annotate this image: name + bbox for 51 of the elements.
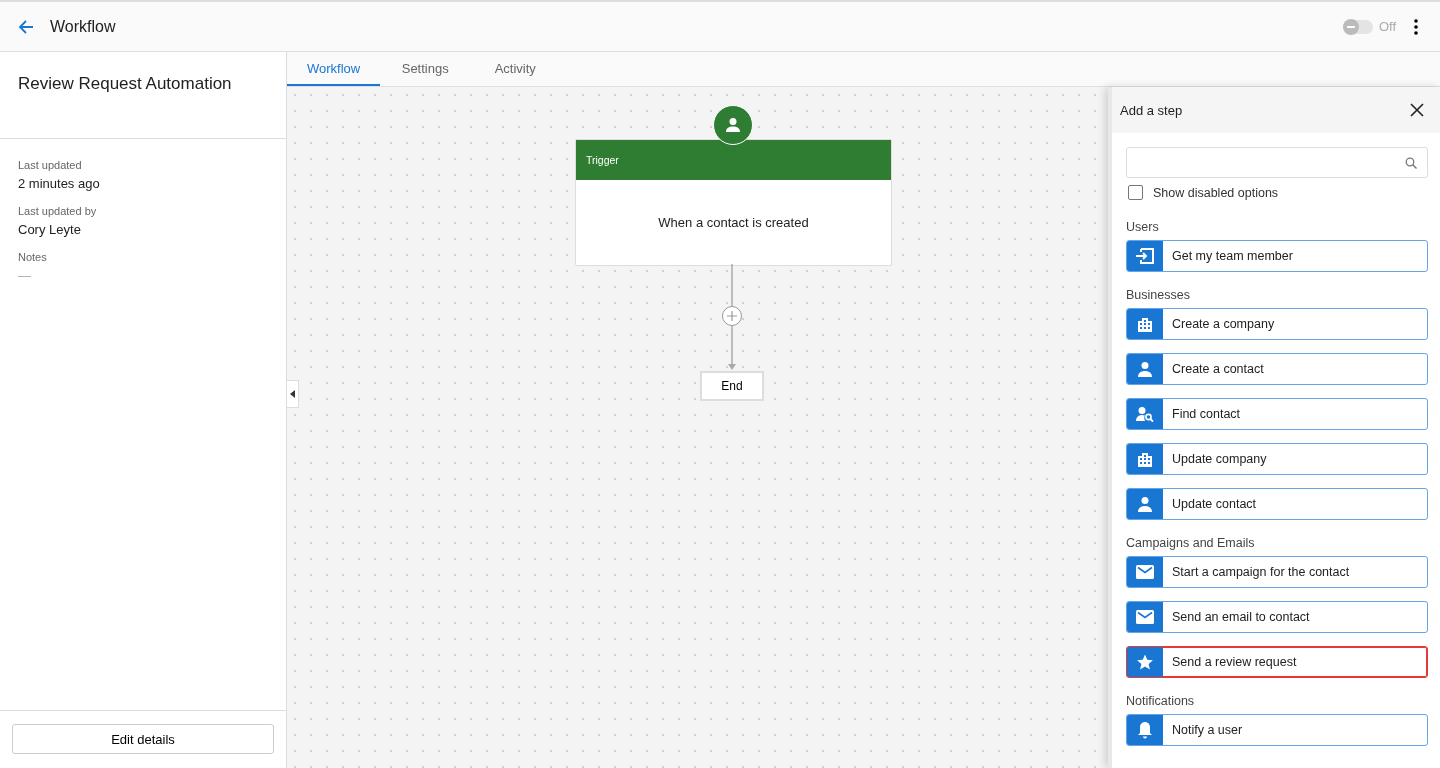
field-value: — xyxy=(18,268,31,283)
page-title: Workflow xyxy=(50,17,117,36)
step-option[interactable]: Find contact xyxy=(1126,398,1428,430)
field-label: Notes xyxy=(18,251,47,263)
back-arrow-icon xyxy=(18,18,34,35)
building-icon xyxy=(1137,316,1153,332)
add-step-button[interactable] xyxy=(722,306,742,326)
search-field[interactable] xyxy=(1126,147,1428,178)
step-option[interactable]: Send an email to contact xyxy=(1126,601,1428,633)
person-icon xyxy=(1137,496,1153,512)
field-label: Last updated by xyxy=(18,205,97,217)
field-value: Cory Leyte xyxy=(18,222,81,237)
tab[interactable]: Activity xyxy=(470,52,561,86)
trigger-label: Trigger xyxy=(586,154,619,166)
field-label: Last updated xyxy=(18,159,82,171)
tab[interactable]: Settings xyxy=(380,52,471,86)
section-heading: Campaigns and Emails xyxy=(1126,536,1256,550)
workflow-name: Review Request Automation xyxy=(18,74,232,93)
bell-icon xyxy=(1137,721,1153,739)
step-option[interactable]: Send a review request xyxy=(1126,646,1428,678)
mail-icon xyxy=(1136,565,1154,579)
person-icon xyxy=(1137,361,1153,377)
section-heading: Users xyxy=(1126,220,1160,234)
trigger-person-icon xyxy=(713,105,753,145)
section-heading: Businesses xyxy=(1126,288,1191,302)
more-options-icon[interactable] xyxy=(1414,18,1418,35)
section-heading: Notifications xyxy=(1126,694,1196,708)
search-icon xyxy=(1405,156,1417,169)
person-search-icon xyxy=(1136,406,1154,422)
enter-icon xyxy=(1135,248,1155,264)
building-icon xyxy=(1137,451,1153,467)
trigger-card[interactable]: Trigger When a contact is created xyxy=(575,139,892,266)
step-option[interactable]: Create a company xyxy=(1126,308,1428,340)
step-option[interactable]: Notify a user xyxy=(1126,714,1428,746)
step-option[interactable]: Update contact xyxy=(1126,488,1428,520)
field-value: 2 minutes ago xyxy=(18,176,100,191)
trigger-text: When a contact is created xyxy=(658,215,809,230)
close-icon[interactable] xyxy=(1410,103,1424,117)
mail-icon xyxy=(1136,610,1154,624)
step-option[interactable]: Update company xyxy=(1126,443,1428,475)
end-node[interactable]: End xyxy=(700,371,764,401)
back-button[interactable] xyxy=(18,18,34,35)
step-option[interactable]: Start a campaign for the contact xyxy=(1126,556,1428,588)
step-option[interactable]: Get my team member xyxy=(1126,240,1428,272)
star-icon xyxy=(1136,653,1154,671)
panel-title: Add a step xyxy=(1120,102,1183,118)
step-option[interactable]: Create a contact xyxy=(1126,353,1428,385)
plus-icon xyxy=(727,311,737,321)
edit-details-button[interactable]: Edit details xyxy=(12,724,274,754)
collapse-handle[interactable] xyxy=(287,380,299,408)
caret-icon xyxy=(290,390,295,398)
